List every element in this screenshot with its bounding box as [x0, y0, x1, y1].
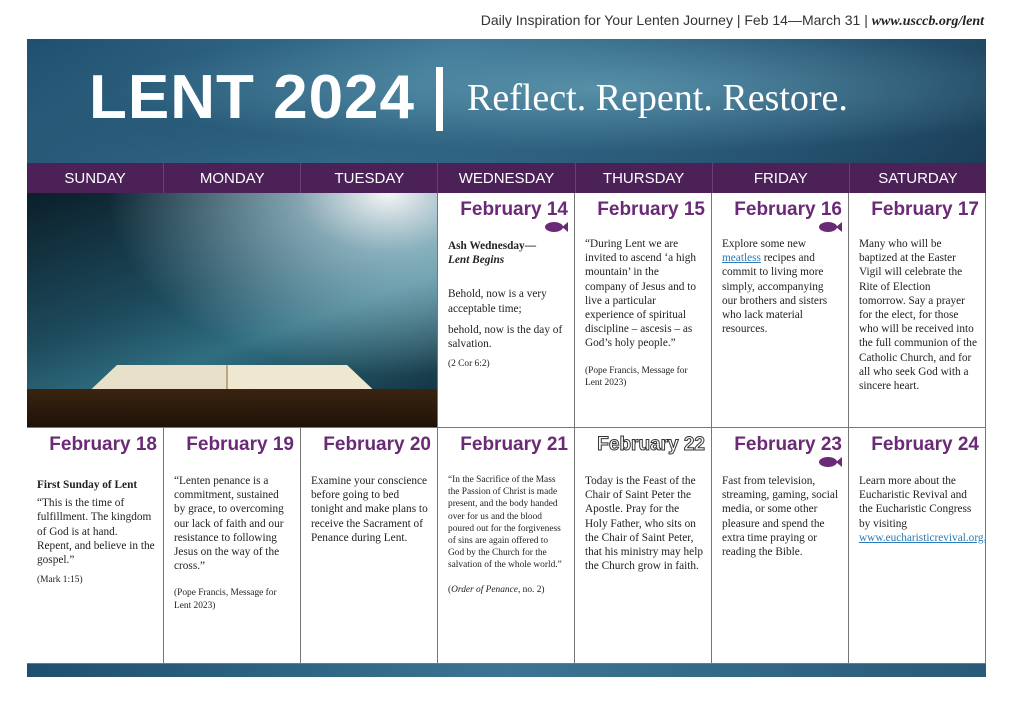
day-sunday: SUNDAY — [27, 163, 165, 193]
banner: LENT 2024 Reflect. Repent. Restore. — [27, 39, 986, 163]
day-heading: Ash Wednesday— — [448, 240, 536, 252]
day-text: Learn more about the Eucharistic Revival… — [859, 475, 972, 530]
day-friday: FRIDAY — [712, 163, 850, 193]
scripture-line-2: behold, now is the day of salvation. — [448, 323, 563, 351]
tagline-text: Daily Inspiration for Your Lenten Journe… — [480, 12, 868, 28]
day-cell-feb18: February 18 First Sunday of Lent “This i… — [27, 428, 164, 664]
citation-rest: , no. 2) — [517, 584, 545, 595]
day-cell-feb22: February 22 Today is the Feast of the Ch… — [575, 428, 712, 664]
meatless-recipes-link[interactable]: meatless — [722, 252, 761, 264]
day-cell-feb15: February 15 “During Lent we are invited … — [575, 193, 712, 428]
quote-text: “This is the time of fulfillment. The ki… — [37, 497, 155, 567]
table-surface — [27, 389, 437, 427]
banner-divider — [436, 67, 443, 131]
day-cell-feb17: February 17 Many who will be baptized at… — [849, 193, 986, 428]
day-cell-feb23: February 23 Fast from television, stream… — [712, 428, 849, 664]
fish-icon — [819, 222, 842, 232]
day-text-end: recipes and commit to living more simply… — [722, 252, 828, 336]
day-text: Today is the Feast of the Chair of Saint… — [585, 475, 703, 573]
day-saturday: SATURDAY — [849, 163, 986, 193]
citation-title: Order of Penance — [451, 584, 518, 595]
day-cell-feb19: February 19 “Lenten penance is a commitm… — [164, 428, 301, 664]
date-label: February 19 — [186, 434, 294, 455]
day-text: Examine your conscience before going to … — [311, 475, 428, 544]
fish-icon — [545, 222, 568, 232]
quote-text: “Lenten penance is a commitment, sustain… — [174, 475, 284, 573]
date-label: February 24 — [871, 434, 979, 455]
fish-icon — [819, 457, 842, 467]
quote-text: “During Lent we are invited to ascend ‘a… — [585, 238, 697, 350]
date-label: February 22 — [597, 434, 706, 456]
eucharistic-revival-link[interactable]: www.eucharisticrevival.org. — [859, 532, 985, 544]
day-cell-feb14: February 14 Ash Wednesday— Lent Begins B… — [438, 193, 575, 428]
day-wednesday: WEDNESDAY — [438, 163, 576, 193]
date-label: February 17 — [871, 199, 979, 220]
date-label: February 16 — [734, 199, 842, 220]
banner-title: LENT 2024 — [89, 63, 416, 132]
day-cell-feb16: February 16 Explore some new meatless re… — [712, 193, 849, 428]
date-label: February 20 — [323, 434, 431, 455]
citation: (Order of Penance, no. 2) — [448, 584, 545, 595]
day-cell-feb24: February 24 Learn more about the Euchari… — [849, 428, 986, 664]
citation: (Pope Francis, Message for Lent 2023) — [174, 588, 277, 611]
bible-photo — [27, 193, 438, 428]
day-monday: MONDAY — [164, 163, 302, 193]
date-label: February 14 — [460, 199, 568, 220]
date-label: February 21 — [460, 434, 568, 455]
day-subheading: Lent Begins — [448, 254, 505, 267]
citation: (2 Cor 6:2) — [448, 359, 490, 370]
weekday-header: SUNDAY MONDAY TUESDAY WEDNESDAY THURSDAY… — [27, 163, 986, 193]
date-label: February 18 — [49, 434, 157, 455]
day-text: Fast from television, streaming, gaming,… — [722, 475, 839, 559]
day-cell-feb20: February 20 Examine your conscience befo… — [301, 428, 438, 664]
date-label: February 23 — [734, 434, 842, 455]
site-link[interactable]: www.usccb.org/lent — [872, 14, 984, 29]
bottom-bar — [27, 664, 986, 677]
day-tuesday: TUESDAY — [301, 163, 439, 193]
day-thursday: THURSDAY — [575, 163, 713, 193]
day-text-start: Explore some new — [722, 238, 807, 250]
day-cell-feb21: February 21 “In the Sacrifice of the Mas… — [438, 428, 575, 664]
quote-text: “In the Sacrifice of the Mass the Passio… — [448, 475, 562, 571]
day-heading: First Sunday of Lent — [37, 479, 138, 491]
banner-subtitle: Reflect. Repent. Restore. — [467, 77, 848, 119]
calendar-grid: February 14 Ash Wednesday— Lent Begins B… — [27, 193, 986, 664]
citation: (Mark 1:15) — [37, 575, 83, 586]
day-text: Many who will be baptized at the Easter … — [859, 238, 977, 393]
citation: (Pope Francis, Message for Lent 2023) — [585, 365, 688, 388]
date-label: February 15 — [597, 199, 705, 220]
scripture-line-1: Behold, now is a very acceptable time; — [448, 288, 547, 315]
header-tagline: Daily Inspiration for Your Lenten Journe… — [481, 12, 984, 30]
